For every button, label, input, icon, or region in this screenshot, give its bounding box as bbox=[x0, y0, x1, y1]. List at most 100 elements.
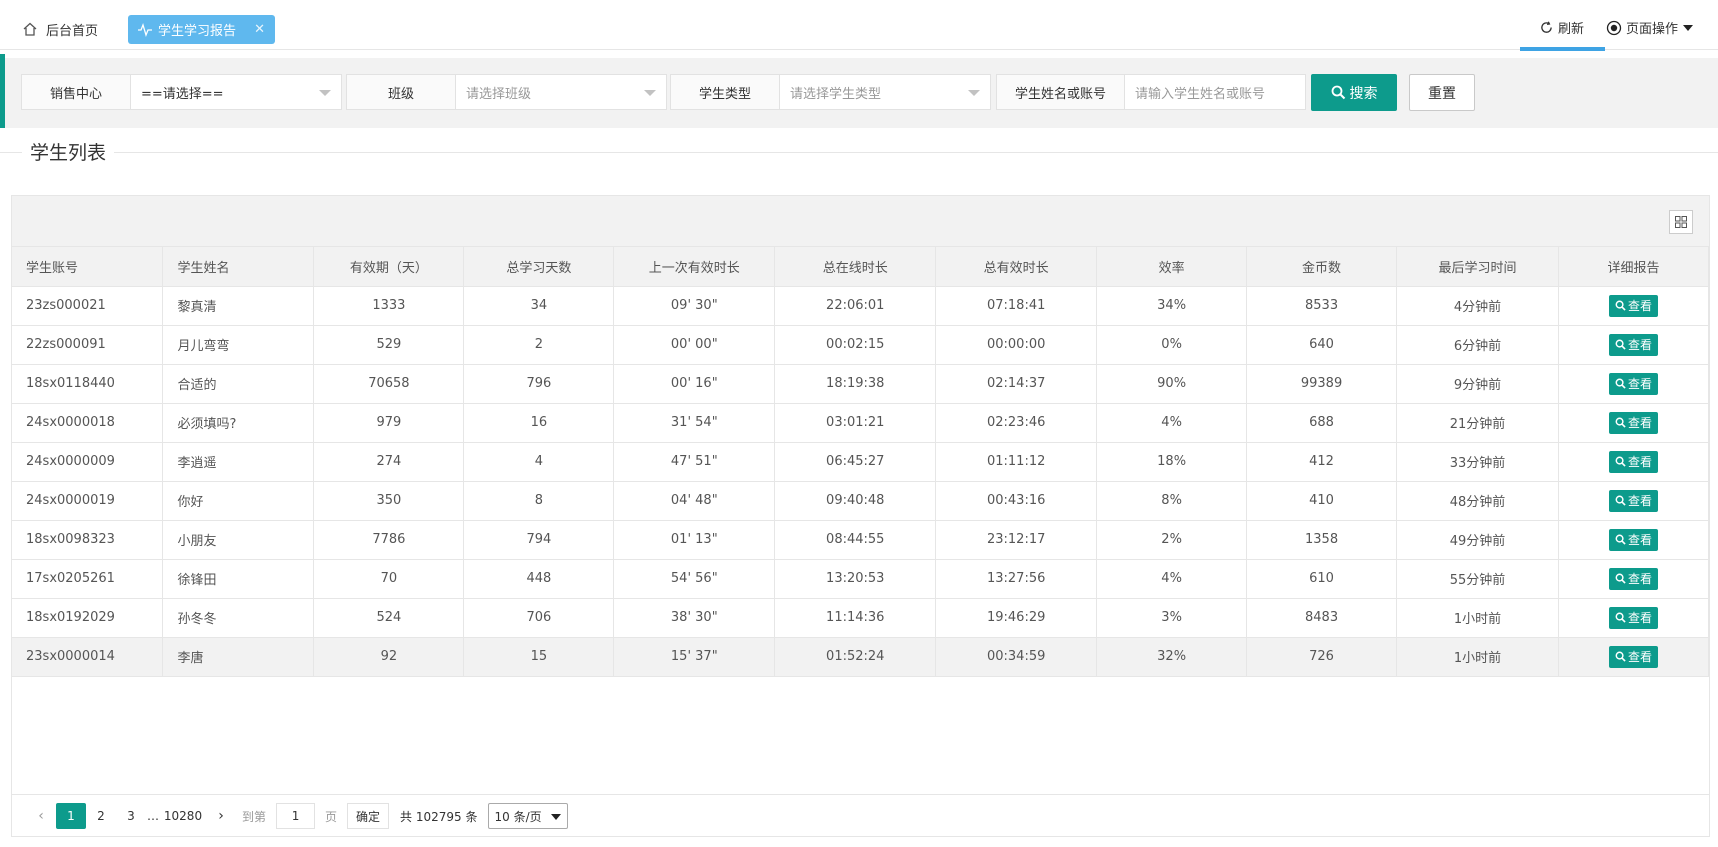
cell-report: 查看 bbox=[1558, 442, 1710, 482]
page-unit-label: 页 bbox=[325, 809, 338, 824]
view-report-label: 查看 bbox=[1627, 533, 1652, 547]
view-report-button[interactable]: 查看 bbox=[1608, 372, 1658, 395]
refresh-button[interactable]: 刷新 bbox=[1540, 18, 1584, 37]
table-row[interactable]: 22zs000091 月儿弯弯 529 2 00' 00" 00:02:15 00:00:0… bbox=[12, 325, 1710, 365]
col-header-last-effective[interactable]: 上一次有效时长 bbox=[613, 247, 776, 287]
table-row[interactable]: 24sx0000019 你好 350 8 04' 48" 09:40:48 00:43:16… bbox=[12, 481, 1710, 521]
tab-student-report[interactable]: 学生学习报告 ✕ bbox=[128, 15, 275, 44]
table-row[interactable]: 23sx0000014 李唐 92 15 15' 37" 01:52:24 00:34:59… bbox=[12, 637, 1710, 677]
cell-study-days: 15 bbox=[463, 637, 615, 677]
cell-last-study: 4分钟前 bbox=[1396, 286, 1559, 326]
reset-button[interactable]: 重置 bbox=[1409, 74, 1475, 111]
cell-effective-time: 00:43:16 bbox=[935, 481, 1098, 521]
page-button-last[interactable]: 10280 bbox=[160, 803, 206, 829]
cell-efficiency: 3% bbox=[1096, 598, 1248, 638]
name-or-account-label: 学生姓名或账号 bbox=[997, 75, 1125, 109]
col-header-last-study[interactable]: 最后学习时间 bbox=[1396, 247, 1559, 287]
page-button-2[interactable]: 2 bbox=[86, 803, 116, 829]
view-report-label: 查看 bbox=[1627, 611, 1652, 625]
cell-name: 必须填吗? bbox=[162, 403, 315, 443]
class-select[interactable]: 请选择班级 bbox=[456, 75, 666, 109]
table-row[interactable]: 23zs000021 黎真清 1333 34 09' 30" 22:06:01 07:18:… bbox=[12, 286, 1710, 326]
student-type-label: 学生类型 bbox=[671, 75, 780, 109]
page-button-1[interactable]: 1 bbox=[56, 803, 86, 829]
view-report-button[interactable]: 查看 bbox=[1608, 411, 1658, 434]
table-row[interactable]: 18sx0098323 小朋友 7786 794 01' 13" 08:44:55 23:1… bbox=[12, 520, 1710, 560]
search-button[interactable]: 搜索 bbox=[1311, 74, 1397, 111]
cell-last-effective: 00' 16" bbox=[613, 364, 776, 404]
col-header-study-days[interactable]: 总学习天数 bbox=[463, 247, 615, 287]
col-header-validity[interactable]: 有效期（天） bbox=[313, 247, 465, 287]
cell-study-days: 706 bbox=[463, 598, 615, 638]
page-ops-dropdown[interactable]: 页面操作 bbox=[1606, 18, 1694, 37]
page-button-3[interactable]: 3 bbox=[116, 803, 146, 829]
cell-name: 徐锋田 bbox=[162, 559, 315, 599]
cell-validity: 529 bbox=[313, 325, 465, 365]
table-row[interactable]: 18sx0192029 孙冬冬 524 706 38' 30" 11:14:36 19:46… bbox=[12, 598, 1710, 638]
student-type-select[interactable]: 请选择学生类型 bbox=[780, 75, 990, 109]
view-report-button[interactable]: 查看 bbox=[1608, 528, 1658, 551]
cell-account: 23sx0000014 bbox=[12, 637, 164, 677]
view-report-button[interactable]: 查看 bbox=[1608, 489, 1658, 512]
cell-study-days: 794 bbox=[463, 520, 615, 560]
view-report-label: 查看 bbox=[1627, 494, 1652, 508]
cell-account: 24sx0000018 bbox=[12, 403, 164, 443]
cell-last-effective: 54' 56" bbox=[613, 559, 776, 599]
view-report-label: 查看 bbox=[1627, 338, 1652, 352]
cell-efficiency: 4% bbox=[1096, 403, 1248, 443]
table-row[interactable]: 24sx0000018 必须填吗? 979 16 31' 54" 03:01:21 02:2… bbox=[12, 403, 1710, 443]
table-row[interactable]: 24sx0000009 李逍遥 274 4 47' 51" 06:45:27 01:11:1… bbox=[12, 442, 1710, 482]
goto-confirm-button[interactable]: 确定 bbox=[347, 803, 390, 829]
cell-coins: 8483 bbox=[1246, 598, 1398, 638]
goto-label: 到第 bbox=[242, 809, 267, 824]
cell-name: 合适的 bbox=[162, 364, 315, 404]
col-header-effective-time[interactable]: 总有效时长 bbox=[935, 247, 1098, 287]
cell-last-study: 48分钟前 bbox=[1396, 481, 1559, 521]
sales-center-select[interactable]: ==请选择== bbox=[131, 75, 341, 109]
column-filter-button[interactable] bbox=[1669, 210, 1693, 234]
next-page-button[interactable]: › bbox=[206, 803, 236, 829]
cell-name: 黎真清 bbox=[162, 286, 315, 326]
col-header-online-time[interactable]: 总在线时长 bbox=[774, 247, 937, 287]
goto-page-input[interactable]: 1 bbox=[276, 803, 316, 829]
class-placeholder: 请选择班级 bbox=[466, 86, 532, 102]
view-report-button[interactable]: 查看 bbox=[1608, 606, 1658, 629]
cell-name: 孙冬冬 bbox=[162, 598, 315, 638]
grid-icon bbox=[1675, 216, 1687, 228]
view-report-label: 查看 bbox=[1627, 572, 1652, 586]
view-report-button[interactable]: 查看 bbox=[1608, 567, 1658, 590]
student-type-placeholder: 请选择学生类型 bbox=[790, 86, 882, 102]
view-report-button[interactable]: 查看 bbox=[1608, 294, 1658, 317]
col-header-coins[interactable]: 金币数 bbox=[1246, 247, 1398, 287]
cell-last-effective: 04' 48" bbox=[613, 481, 776, 521]
cell-account: 18sx0192029 bbox=[12, 598, 164, 638]
cell-last-study: 33分钟前 bbox=[1396, 442, 1559, 482]
view-report-label: 查看 bbox=[1627, 299, 1652, 313]
sales-center-value: ==请选择== bbox=[141, 86, 224, 102]
page-size-select[interactable]: 10 条/页 bbox=[487, 803, 568, 829]
col-header-efficiency[interactable]: 效率 bbox=[1096, 247, 1248, 287]
search-icon bbox=[1615, 612, 1626, 623]
view-report-button[interactable]: 查看 bbox=[1608, 333, 1658, 356]
table-body: 23zs000021 黎真清 1333 34 09' 30" 22:06:01 07:18:… bbox=[12, 286, 1710, 677]
table-row[interactable]: 17sx0205261 徐锋田 70 448 54' 56" 13:20:53 13:27:… bbox=[12, 559, 1710, 599]
cell-report: 查看 bbox=[1558, 403, 1710, 443]
close-icon[interactable]: ✕ bbox=[254, 22, 265, 37]
col-header-name[interactable]: 学生姓名 bbox=[162, 247, 315, 287]
view-report-button[interactable]: 查看 bbox=[1608, 450, 1658, 473]
cell-efficiency: 90% bbox=[1096, 364, 1248, 404]
chevron-down-icon bbox=[550, 814, 561, 820]
class-label: 班级 bbox=[347, 75, 456, 109]
cell-efficiency: 34% bbox=[1096, 286, 1248, 326]
cell-efficiency: 4% bbox=[1096, 559, 1248, 599]
view-report-button[interactable]: 查看 bbox=[1608, 645, 1658, 668]
view-report-label: 查看 bbox=[1627, 416, 1652, 430]
col-header-account[interactable]: 学生账号 bbox=[12, 247, 164, 287]
table-row[interactable]: 18sx0118440 合适的 70658 796 00' 16" 18:19:38 02:… bbox=[12, 364, 1710, 404]
tab-home[interactable]: 后台首页 bbox=[22, 18, 98, 40]
name-or-account-input[interactable]: 请输入学生姓名或账号 bbox=[1125, 75, 1305, 109]
prev-page-button[interactable]: ‹ bbox=[26, 803, 56, 829]
cell-efficiency: 32% bbox=[1096, 637, 1248, 677]
refresh-label: 刷新 bbox=[1558, 22, 1585, 37]
cell-report: 查看 bbox=[1558, 325, 1710, 365]
